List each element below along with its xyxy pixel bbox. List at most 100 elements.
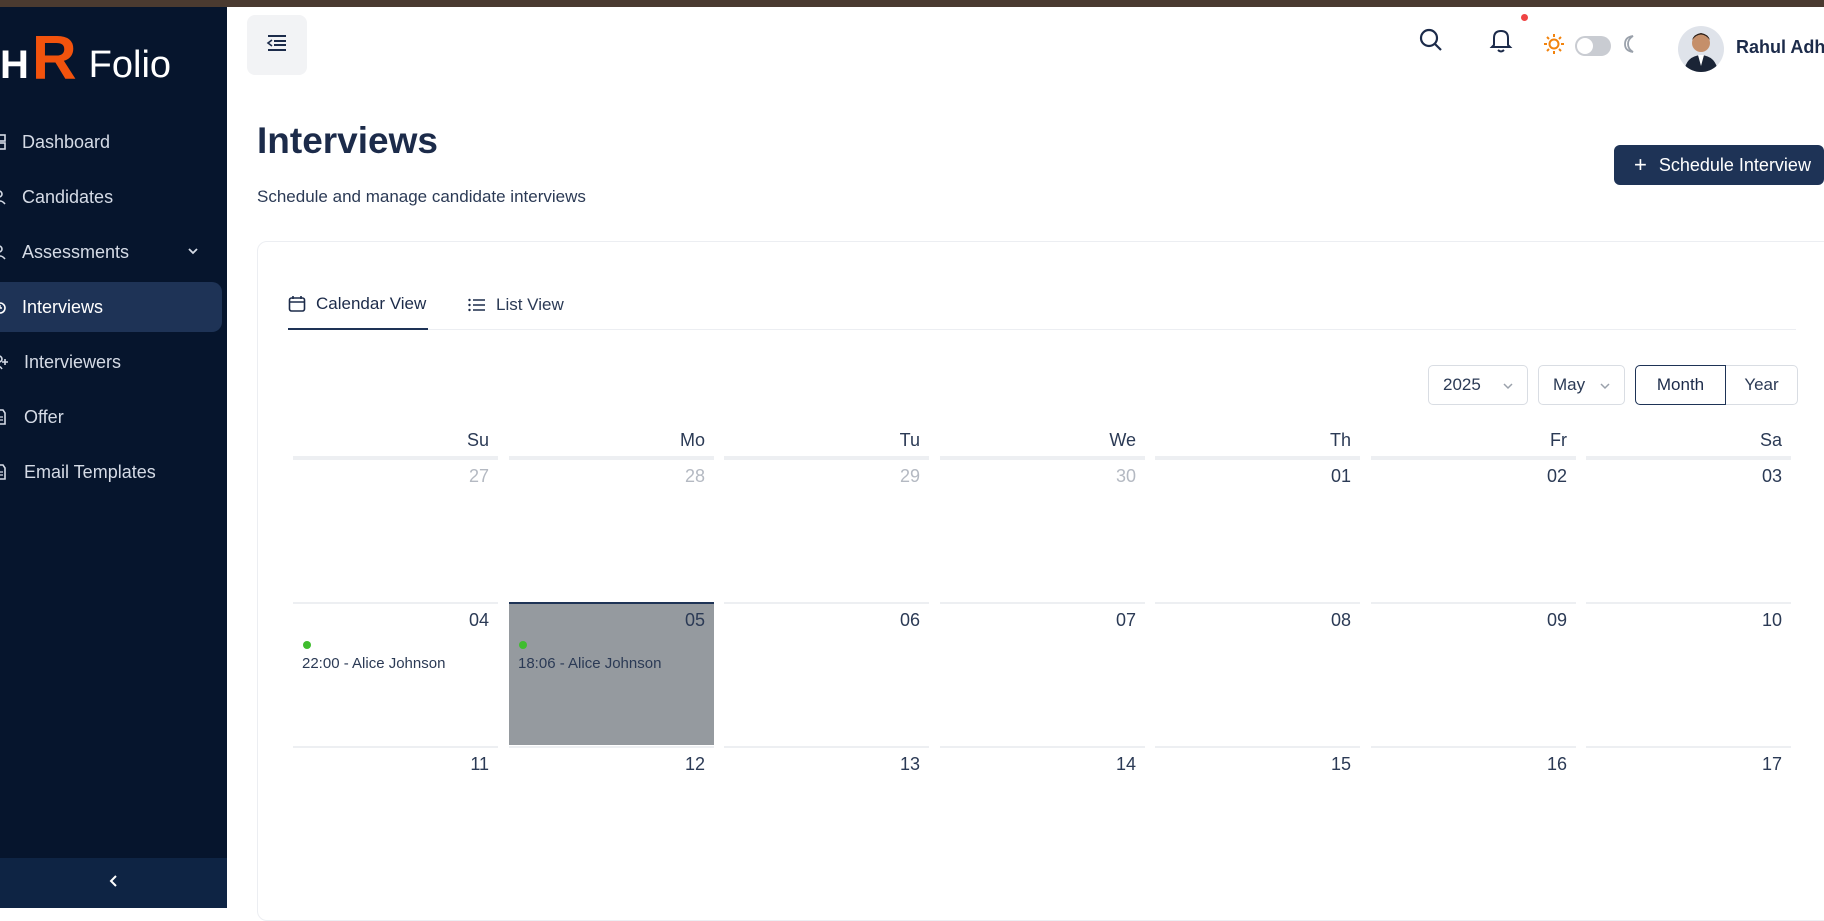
- view-tabs: Calendar View List View: [288, 280, 1796, 330]
- sidebar-item-label: Interviewers: [24, 351, 122, 372]
- logo-h: H: [0, 43, 30, 87]
- sidebar-collapse-button[interactable]: [0, 858, 227, 908]
- tab-calendar-view[interactable]: Calendar View: [288, 280, 428, 330]
- calendar-day-cell[interactable]: 16: [1371, 746, 1576, 889]
- calendar-day-cell[interactable]: 28: [509, 458, 714, 601]
- search-button[interactable]: [1417, 28, 1445, 56]
- sun-icon: [1542, 32, 1566, 56]
- day-number: 08: [1330, 610, 1351, 630]
- event-status-dot: [303, 641, 311, 649]
- day-number: 13: [899, 754, 920, 774]
- day-number: 29: [899, 466, 920, 486]
- calendar-day-cell[interactable]: 10: [1586, 602, 1791, 745]
- chevron-down-icon[interactable]: [186, 242, 200, 263]
- sidebar-item-label: Interviews: [22, 296, 104, 317]
- weekday-header: Tu: [724, 430, 929, 458]
- weekday-header: Mo: [509, 430, 714, 458]
- schedule-interview-button[interactable]: + Schedule Interview: [1614, 145, 1824, 185]
- user-name[interactable]: Rahul Adhi: [1736, 37, 1824, 58]
- day-number: 05: [684, 610, 705, 630]
- calendar-day-cell[interactable]: 07: [940, 602, 1145, 745]
- event-status-dot: [519, 641, 527, 649]
- weekday-header: Su: [293, 430, 498, 458]
- day-number: 07: [1115, 610, 1136, 630]
- tab-label: List View: [496, 295, 564, 314]
- event-label: 18:06 - Alice Johnson: [518, 655, 662, 672]
- calendar-day-cell[interactable]: 02: [1371, 458, 1576, 601]
- month-mode-button[interactable]: Month: [1635, 365, 1726, 405]
- page-title: Interviews: [257, 120, 438, 161]
- plus-icon: +: [1634, 152, 1647, 177]
- sidebar-item-assessments[interactable]: Assessments: [0, 227, 227, 277]
- list-icon: [468, 297, 486, 313]
- calendar-day-cell[interactable]: 09: [1371, 602, 1576, 745]
- year-select[interactable]: 2025: [1428, 365, 1528, 405]
- weekday-header: Sa: [1586, 430, 1791, 458]
- menu-toggle-button[interactable]: [247, 15, 307, 75]
- day-number: 01: [1330, 466, 1351, 486]
- day-number: 02: [1546, 466, 1567, 486]
- day-number: 10: [1761, 610, 1782, 630]
- day-number: 14: [1115, 754, 1136, 774]
- schedule-interview-label: Schedule Interview: [1658, 154, 1811, 175]
- sidebar-item-dashboard[interactable]: Dashboard: [0, 117, 227, 167]
- sidebar-item-label: Offer: [24, 406, 64, 427]
- interview-event[interactable]: 22:00 - Alice Johnson: [302, 641, 489, 672]
- sidebar-item-interviews[interactable]: Interviews: [0, 282, 222, 332]
- calendar-day-cell[interactable]: 17: [1586, 746, 1791, 889]
- page-subtitle: Schedule and manage candidate interviews: [257, 187, 586, 206]
- calendar-day-cell[interactable]: 05 18:06 - Alice Johnson: [509, 602, 714, 745]
- month-value: May: [1553, 375, 1586, 394]
- sidebar-item-interviewers[interactable]: Interviewers: [0, 337, 227, 387]
- event-label: 22:00 - Alice Johnson: [302, 655, 446, 672]
- month-select[interactable]: May: [1538, 365, 1625, 405]
- interview-event[interactable]: 18:06 - Alice Johnson: [518, 641, 705, 672]
- users-icon: [0, 188, 10, 206]
- theme-toggle[interactable]: [1575, 36, 1611, 56]
- document-icon: [0, 408, 10, 426]
- weekday-header: Fr: [1371, 430, 1576, 458]
- calendar-day-cell[interactable]: 04 22:00 - Alice Johnson: [293, 602, 498, 745]
- calendar-day-cell[interactable]: 14: [940, 746, 1145, 889]
- calendar-day-cell[interactable]: 29: [724, 458, 929, 601]
- day-number: 12: [684, 754, 705, 774]
- brand-logo[interactable]: H R Folio: [0, 24, 171, 93]
- weekday-header: We: [940, 430, 1145, 458]
- day-number: 27: [468, 466, 489, 486]
- year-mode-button[interactable]: Year: [1726, 366, 1797, 404]
- notifications-button[interactable]: [1487, 28, 1515, 56]
- calendar-day-cell[interactable]: 06: [724, 602, 929, 745]
- calendar-day-cell[interactable]: 12: [509, 746, 714, 889]
- sidebar-item-label: Candidates: [22, 186, 114, 207]
- day-number: 17: [1761, 754, 1782, 774]
- tab-list-view[interactable]: List View: [468, 280, 578, 330]
- calendar-day-cell[interactable]: 27: [293, 458, 498, 601]
- sidebar-item-candidates[interactable]: Candidates: [0, 172, 227, 222]
- calendar-day-cell[interactable]: 01: [1155, 458, 1360, 601]
- tab-label: Calendar View: [316, 294, 427, 313]
- user-plus-icon: [0, 353, 10, 371]
- dashboard-icon: [0, 133, 10, 151]
- day-number: 03: [1761, 466, 1782, 486]
- sidebar-item-email-templates[interactable]: Email Templates: [0, 447, 227, 497]
- chevron-left-icon: [107, 873, 121, 894]
- browser-top-strip: [0, 0, 1824, 7]
- search-icon: [1418, 27, 1444, 58]
- logo-r: R: [31, 24, 77, 93]
- avatar[interactable]: [1678, 26, 1724, 72]
- menu-collapse-icon: [266, 33, 288, 58]
- notification-badge: [1521, 14, 1528, 21]
- calendar-day-cell[interactable]: 13: [724, 746, 929, 889]
- moon-icon: [1619, 33, 1641, 55]
- calendar-day-cell[interactable]: 30: [940, 458, 1145, 601]
- calendar-day-cell[interactable]: 11: [293, 746, 498, 889]
- day-number: 15: [1330, 754, 1351, 774]
- calendar-day-cell[interactable]: 03: [1586, 458, 1791, 601]
- day-number: 06: [899, 610, 920, 630]
- mode-switch: Month Year: [1635, 365, 1798, 405]
- sidebar-item-offer[interactable]: Offer: [0, 392, 227, 442]
- calendar-day-cell[interactable]: 15: [1155, 746, 1360, 889]
- sidebar-nav: Dashboard Candidates Assessments Intervi…: [0, 117, 227, 502]
- sidebar: H R Folio Dashboard Candidates Assessmen…: [0, 7, 227, 908]
- calendar-day-cell[interactable]: 08: [1155, 602, 1360, 745]
